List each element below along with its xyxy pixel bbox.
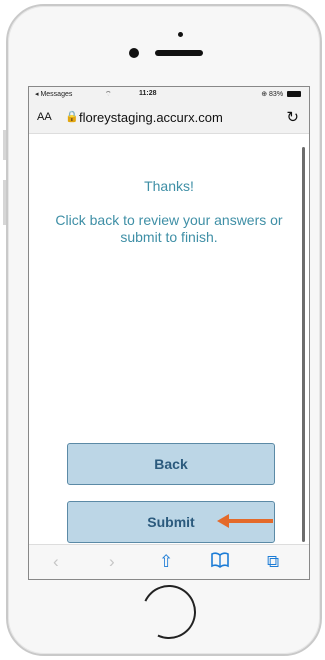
back-to-messages[interactable]: ◂ Messages xyxy=(35,90,72,98)
annotation-arrow-icon xyxy=(217,514,273,528)
page-content: Thanks! Click back to review your answer… xyxy=(29,178,309,246)
earpiece-speaker xyxy=(155,50,203,56)
battery-text: ⊕ 83% xyxy=(261,91,284,98)
phone-screen: ◂ Messages ⌔ 11:28 ⊕ 83% AA 🔒 floreystag… xyxy=(28,86,310,580)
reader-settings-button[interactable]: AA xyxy=(37,111,52,123)
reload-icon[interactable]: ↻ xyxy=(286,108,299,126)
url-text[interactable]: floreystaging.accurx.com xyxy=(79,110,223,125)
front-camera xyxy=(129,48,139,58)
status-bar: ◂ Messages ⌔ 11:28 ⊕ 83% xyxy=(29,87,309,103)
volume-button xyxy=(3,130,6,160)
front-sensor xyxy=(178,32,183,37)
tabs-icon[interactable]: ⧉ xyxy=(267,552,279,572)
battery-icon xyxy=(287,91,301,98)
address-bar[interactable]: AA 🔒 floreystaging.accurx.com ↻ xyxy=(29,103,309,134)
instruction-text: Click back to review your answers or sub… xyxy=(55,212,283,245)
status-time: 11:28 xyxy=(139,90,157,97)
page-title: Thanks! xyxy=(144,178,194,194)
browser-back-icon[interactable]: ‹ xyxy=(53,552,59,572)
back-button[interactable]: Back xyxy=(67,443,275,485)
battery-status: ⊕ 83% xyxy=(261,90,301,98)
volume-button xyxy=(3,180,6,225)
share-icon[interactable]: ⇧ xyxy=(159,552,173,572)
browser-forward-icon[interactable]: › xyxy=(109,552,115,572)
scrollbar[interactable] xyxy=(302,147,305,542)
bookmarks-icon[interactable] xyxy=(211,552,229,572)
lock-icon: 🔒 xyxy=(65,111,79,123)
safari-toolbar: ‹ › ⇧ ⧉ xyxy=(29,544,309,579)
wifi-icon: ⌔ xyxy=(105,91,112,98)
